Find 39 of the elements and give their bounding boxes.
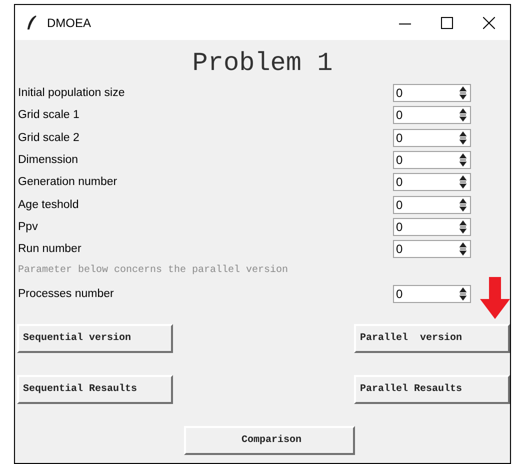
- up-down-arrows-icon[interactable]: [459, 153, 467, 168]
- spin-box[interactable]: 0: [393, 151, 471, 170]
- up-down-arrows-icon[interactable]: [459, 242, 467, 256]
- up-down-arrows-icon[interactable]: [459, 130, 467, 145]
- up-down-arrows-icon[interactable]: [459, 86, 467, 100]
- up-down-arrows-icon[interactable]: [459, 198, 467, 212]
- spin-box[interactable]: 0: [393, 218, 471, 236]
- spin-box[interactable]: 0: [393, 240, 471, 258]
- action-button[interactable]: Parallel version: [354, 324, 510, 353]
- action-button[interactable]: Parallel Resaults: [354, 374, 510, 404]
- maximize-icon[interactable]: [441, 16, 453, 28]
- spin-box[interactable]: 0: [393, 84, 471, 102]
- down-arrow-icon: [480, 277, 510, 319]
- spin-box[interactable]: 0: [393, 284, 471, 303]
- action-button[interactable]: Comparison: [184, 426, 355, 455]
- feather-icon: [25, 14, 39, 30]
- spin-box[interactable]: 0: [393, 173, 471, 192]
- action-button[interactable]: Sequential Resaults: [17, 374, 173, 404]
- spin-box[interactable]: 0: [393, 196, 471, 214]
- parameter-label: Initial population size: [17, 87, 125, 100]
- spin-box[interactable]: 0: [393, 106, 471, 124]
- close-icon[interactable]: [483, 16, 495, 28]
- up-down-arrows-icon[interactable]: [459, 175, 467, 190]
- up-down-arrows-icon[interactable]: [459, 108, 467, 122]
- parameter-label: Dimenssion: [17, 154, 78, 166]
- problem-heading: Problem 1: [192, 47, 333, 80]
- up-down-arrows-icon[interactable]: [459, 220, 467, 234]
- parameter-label: Run number: [17, 243, 82, 256]
- parameter-label: Grid scale 1: [17, 109, 80, 122]
- parameter-label: Processes number: [17, 288, 114, 300]
- parameter-label: Age teshold: [17, 198, 79, 211]
- parameter-label: Generation number: [17, 176, 118, 188]
- parameter-label: Grid scale 2: [17, 132, 80, 144]
- spin-box[interactable]: 0: [393, 128, 471, 147]
- window-title: DMOEA: [47, 16, 92, 30]
- parameter-label: Ppv: [17, 220, 38, 233]
- up-down-arrows-icon[interactable]: [459, 286, 467, 301]
- action-button[interactable]: Sequential version: [17, 324, 173, 353]
- section-note: Parameter below concerns the parallel version: [17, 264, 288, 278]
